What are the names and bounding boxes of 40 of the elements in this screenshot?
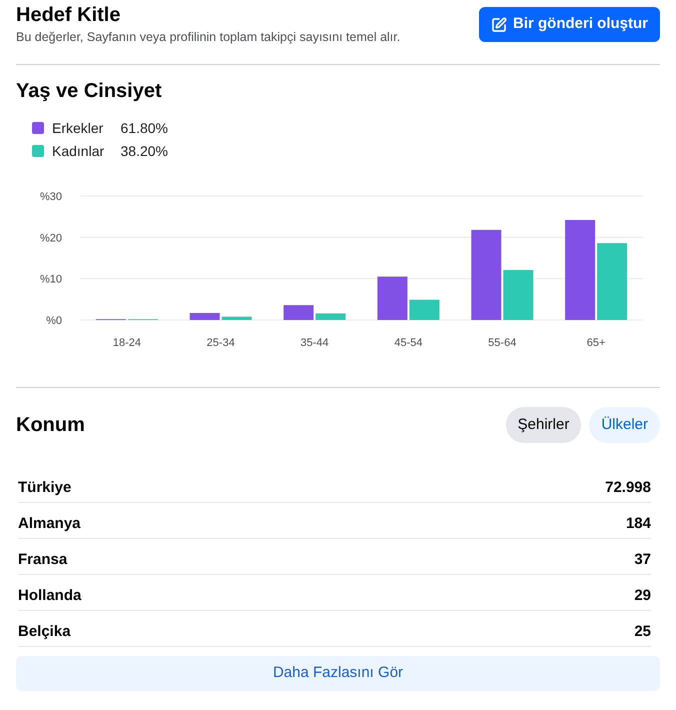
follower-count: 25 [634,622,651,642]
follower-count: 72.998 [605,478,651,498]
filter-tab[interactable]: Şehirler [506,407,582,443]
country-name: Almanya [18,514,81,534]
legend-label: Kadınlar [52,142,106,160]
axis-category-label: 65+ [586,337,606,349]
chart-bar [503,270,534,320]
legend-label: Erkekler [52,118,104,138]
country-name: Türkiye [18,478,72,498]
page-subtitle: Bu değerler, Sayfanın veya profilinin toplam takipçi sayısını temel alır. [16,29,400,45]
section-title: Konum [16,413,85,437]
axis-tick-label: %20 [40,232,62,244]
page-title: Hedef Kitle [16,3,122,27]
axis-category-label: 25-34 [206,337,235,349]
follower-count: 184 [626,514,651,534]
legend-share: 38.20% [120,142,168,160]
axis-category-label: 55-64 [488,337,516,349]
section-title: Yaş ve Cinsiyet [16,79,163,103]
chart-bar [316,313,346,320]
follower-count: 37 [634,550,651,570]
chart-bar [377,276,408,320]
country-name: Fransa [18,550,68,570]
axis-tick-label: %30 [40,191,62,203]
axis-tick-label: %0 [46,315,62,327]
pencil-square-icon [491,16,507,32]
see-more-button[interactable]: Daha Fazlasını Gör [16,656,660,691]
axis-category-label: 45-54 [394,337,422,349]
legend-share: 61.80% [120,118,168,138]
axis-tick-label: %10 [40,274,62,286]
chart-bar [409,300,440,320]
filter-tab[interactable]: Ülkeler [589,407,660,443]
axis-category-label: 35-44 [300,337,329,349]
chart-bar [222,316,252,320]
create-post-button[interactable]: Bir gönderi oluştur [479,7,660,42]
chart-bar [190,312,220,320]
country-name: Belçika [18,622,71,642]
country-name: Hollanda [18,586,82,606]
follower-count: 29 [634,586,651,606]
axis-category-label: 18-24 [112,337,141,349]
chart-bar [284,305,314,320]
